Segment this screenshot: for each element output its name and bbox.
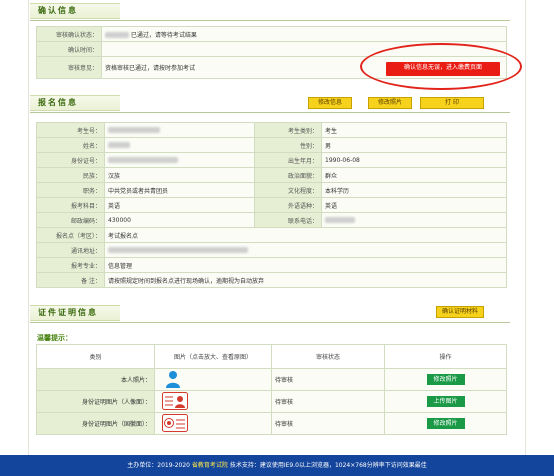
signup-row: 身份证号： 出生年月： 1990-06-08 [36, 152, 507, 168]
id-card-front-icon[interactable] [162, 391, 188, 412]
confirm-section-divider [30, 20, 510, 21]
doc-image-cell [154, 368, 272, 391]
signup-row: 备 注： 请按照规定时间到报名点进行现场确认，逾期视为自动放弃 [36, 272, 507, 288]
cert-section-divider [30, 322, 510, 323]
cert-section-title: 证件证明信息 [38, 308, 98, 317]
footer-left: 主办单位：2019-2020 [127, 462, 190, 469]
docs-header-row: 类别 图片（点击放大、查看原图） 审核状态 操作 [36, 344, 507, 369]
person-icon[interactable] [166, 370, 180, 390]
print-button[interactable]: 打 印 [420, 97, 484, 109]
doc-action-cell: 上传图片 [384, 390, 507, 413]
confirm-label: 审核确认状态： [36, 26, 102, 42]
id-card-back-icon[interactable] [162, 413, 188, 434]
field-value: 汉族 [104, 167, 255, 183]
confirm-section-title: 确认信息 [38, 6, 78, 15]
field-value [104, 137, 255, 153]
doc-action-cell: 修改照片 [384, 368, 507, 391]
doc-action-cell: 修改照片 [384, 412, 507, 435]
field-label: 报考专业： [36, 257, 105, 273]
field-value: 考试报名点 [104, 227, 507, 243]
doc-status: 待审核 [271, 412, 385, 435]
footer: 主办单位：2019-2020 省教育考试院 技术支持：建议使用IE9.0以上浏览… [0, 455, 554, 476]
field-value [321, 212, 507, 228]
signup-row: 姓名： 性别： 男 [36, 137, 507, 153]
field-value [104, 152, 255, 168]
confirm-value: 已通过，请等待考试结果 [101, 26, 507, 42]
field-label: 通讯地址： [36, 242, 105, 258]
signup-section-title: 报名信息 [38, 98, 78, 107]
doc-label: 身份证明图片（人像面）： [36, 390, 155, 413]
field-label: 姓名： [36, 137, 105, 153]
doc-row: 身份证明图片（国徽面）： 待审核 修改照片 [36, 412, 507, 435]
doc-action-button[interactable]: 上传图片 [426, 396, 465, 407]
field-value: 本科学历 [321, 182, 507, 198]
doc-status: 待审核 [271, 390, 385, 413]
doc-label: 身份证明图片（国徽面）： [36, 412, 155, 435]
field-value [104, 242, 507, 258]
field-label: 职务： [36, 182, 105, 198]
field-label: 性别： [254, 137, 322, 153]
field-value: 英语 [104, 197, 255, 213]
signup-row: 考生号： 考生类别： 考生 [36, 122, 507, 138]
field-label: 出生年月： [254, 152, 322, 168]
edit-info-button[interactable]: 修改信息 [308, 97, 352, 109]
signup-row: 报考科目： 英语 外语语种： 英语 [36, 197, 507, 213]
field-value [104, 122, 255, 138]
confirm-proceed-button[interactable]: 确认信息无误，进入缴费页面 [386, 62, 500, 76]
confirm-label: 确认时间： [36, 41, 102, 57]
field-value: 请按照规定时间到报名点进行现场确认，逾期视为自动放弃 [104, 272, 507, 288]
signup-row: 报名点（考区）： 考试报名点 [36, 227, 507, 243]
doc-image-cell [154, 390, 272, 413]
field-value: 英语 [321, 197, 507, 213]
doc-label: 本人照片： [36, 368, 155, 391]
docs-table: 类别 图片（点击放大、查看原图） 审核状态 操作 本人照片： 待审核 修改照片 … [36, 344, 507, 435]
doc-image-cell [154, 412, 272, 435]
field-label: 报考科目： [36, 197, 105, 213]
field-label: 文化程度： [254, 182, 322, 198]
confirm-status-text: 已通过，请等待考试结果 [130, 31, 197, 39]
signup-row: 通讯地址： [36, 242, 507, 258]
field-value: 430000 [104, 212, 255, 228]
field-label: 外语语种： [254, 197, 322, 213]
field-label: 备 注： [36, 272, 105, 288]
field-value: 男 [321, 137, 507, 153]
field-label: 联系电话： [254, 212, 322, 228]
field-label: 邮政编码： [36, 212, 105, 228]
doc-action-button[interactable]: 修改照片 [426, 418, 465, 429]
column-header: 类别 [36, 344, 155, 369]
field-value: 信息管理 [104, 257, 507, 273]
doc-status: 待审核 [271, 368, 385, 391]
signup-table: 考生号： 考生类别： 考生 姓名： 性别： 男 身份证号： 出生年月： 1990… [36, 122, 507, 288]
edit-photo-button[interactable]: 修改照片 [368, 97, 412, 109]
field-value: 考生 [321, 122, 507, 138]
signup-row: 职务： 中共党员或者共青团员 文化程度： 本科学历 [36, 182, 507, 198]
field-label: 考生类别： [254, 122, 322, 138]
field-value: 群众 [321, 167, 507, 183]
field-label: 报名点（考区）： [36, 227, 105, 243]
footer-right: 技术支持：建议使用IE9.0以上浏览器，1024×768分辨率下访问效果最佳 [229, 462, 427, 469]
field-label: 民族： [36, 167, 105, 183]
doc-row: 本人照片： 待审核 修改照片 [36, 368, 507, 391]
column-header: 审核状态 [271, 344, 385, 369]
signup-row: 民族： 汉族 政治面貌： 群众 [36, 167, 507, 183]
confirm-label: 审核意见： [36, 56, 102, 79]
signup-row: 报考专业： 信息管理 [36, 257, 507, 273]
doc-action-button[interactable]: 修改照片 [426, 374, 465, 385]
confirm-row: 审核确认状态： 已通过，请等待考试结果 [36, 26, 507, 42]
field-label: 身份证号： [36, 152, 105, 168]
footer-link[interactable]: 省教育考试院 [192, 462, 228, 469]
page: 确认信息 审核确认状态： 已通过，请等待考试结果 确认时间： 审核意见： 资格审… [0, 0, 554, 476]
hint-title: 温馨提示： [37, 334, 72, 342]
signup-section-divider [30, 112, 510, 113]
field-label: 政治面貌： [254, 167, 322, 183]
field-value: 中共党员或者共青团员 [104, 182, 255, 198]
field-value: 1990-06-08 [321, 152, 507, 168]
column-header: 图片（点击放大、查看原图） [154, 344, 272, 369]
signup-row: 邮政编码： 430000 联系电话： [36, 212, 507, 228]
confirm-materials-button[interactable]: 确认证明材料 [436, 306, 484, 318]
column-header: 操作 [384, 344, 507, 369]
doc-row: 身份证明图片（人像面）： 待审核 上传图片 [36, 390, 507, 413]
field-label: 考生号： [36, 122, 105, 138]
